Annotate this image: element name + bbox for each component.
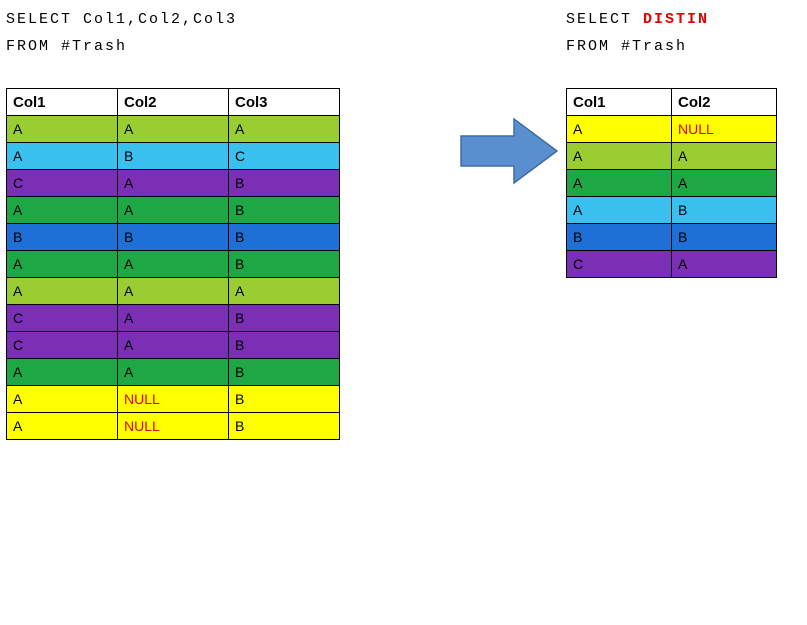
table-cell: B — [229, 197, 340, 224]
table-row: AAB — [7, 359, 340, 386]
table-cell: B — [229, 251, 340, 278]
table-cell: A — [567, 143, 672, 170]
table-row: A NULL — [567, 116, 777, 143]
table-row: AA — [567, 170, 777, 197]
distinct-keyword: DISTIN — [643, 11, 709, 28]
null-value: NULL — [124, 391, 160, 407]
table-header-row: Col1 Col2 Col3 — [7, 89, 340, 116]
sql-text: FROM #Trash — [6, 38, 127, 55]
table-cell: B — [118, 224, 229, 251]
table-cell: A — [229, 116, 340, 143]
table-row: BBB — [7, 224, 340, 251]
table-cell: NULL — [672, 116, 777, 143]
table-cell: B — [118, 143, 229, 170]
table-cell: NULL — [118, 413, 229, 440]
table-row: A NULL B — [7, 386, 340, 413]
left-sql-query: SELECT Col1,Col2,Col3 FROM #Trash — [6, 6, 451, 60]
col-header: Col1 — [7, 89, 118, 116]
table-row: A NULL B — [7, 413, 340, 440]
table-cell: C — [7, 305, 118, 332]
table-cell: B — [229, 359, 340, 386]
table-cell: B — [229, 332, 340, 359]
table-cell: A — [7, 386, 118, 413]
table-cell: A — [7, 197, 118, 224]
table-cell: B — [7, 224, 118, 251]
table-cell: B — [229, 170, 340, 197]
null-value: NULL — [678, 121, 714, 137]
table-cell: C — [7, 332, 118, 359]
table-row: AB — [567, 197, 777, 224]
table-cell: A — [118, 116, 229, 143]
table-cell: B — [229, 305, 340, 332]
table-cell: A — [672, 143, 777, 170]
right-sql-query: SELECT DISTIN FROM #Trash — [566, 6, 807, 60]
table-cell: A — [672, 251, 777, 278]
left-column: SELECT Col1,Col2,Col3 FROM #Trash Col1 C… — [6, 6, 451, 440]
table-cell: A — [7, 359, 118, 386]
left-table-body: AAAABCCABAABBBBAABAAACABCABAABANULLBANUL… — [7, 116, 340, 440]
table-cell: A — [672, 170, 777, 197]
table-cell: A — [118, 251, 229, 278]
arrow-right-icon — [459, 116, 559, 186]
col-header: Col2 — [672, 89, 777, 116]
table-row: CAB — [7, 305, 340, 332]
table-row: ABC — [7, 143, 340, 170]
table-cell: B — [672, 197, 777, 224]
table-row: AA — [567, 143, 777, 170]
arrow-container — [451, 6, 566, 186]
table-cell: C — [7, 170, 118, 197]
table-cell: C — [567, 251, 672, 278]
right-column: SELECT DISTIN FROM #Trash Col1 Col2 A NUL… — [566, 6, 807, 278]
sql-text: SELECT Col1,Col2,Col3 — [6, 11, 237, 28]
table-cell: B — [672, 224, 777, 251]
left-table: Col1 Col2 Col3 AAAABCCABAABBBBAABAAACABC… — [6, 88, 340, 440]
right-table-body: ANULLAAAAABBBCA — [567, 116, 777, 278]
table-cell: C — [229, 143, 340, 170]
table-cell: A — [7, 278, 118, 305]
right-table: Col1 Col2 ANULLAAAAABBBCA — [566, 88, 777, 278]
table-row: CAB — [7, 332, 340, 359]
table-cell: A — [229, 278, 340, 305]
col-header: Col2 — [118, 89, 229, 116]
table-row: AAB — [7, 251, 340, 278]
table-cell: B — [229, 413, 340, 440]
null-value: NULL — [124, 418, 160, 434]
diagram-layout: SELECT Col1,Col2,Col3 FROM #Trash Col1 C… — [6, 6, 807, 440]
table-cell: A — [118, 359, 229, 386]
table-row: CAB — [7, 170, 340, 197]
table-cell: A — [7, 143, 118, 170]
table-cell: A — [118, 278, 229, 305]
table-row: AAA — [7, 116, 340, 143]
col-header: Col1 — [567, 89, 672, 116]
table-cell: A — [118, 197, 229, 224]
table-cell: B — [229, 386, 340, 413]
table-cell: A — [567, 170, 672, 197]
table-cell: A — [567, 197, 672, 224]
table-row: CA — [567, 251, 777, 278]
col-header: Col3 — [229, 89, 340, 116]
table-cell: A — [118, 332, 229, 359]
table-row: BB — [567, 224, 777, 251]
table-cell: A — [118, 170, 229, 197]
sql-text: FROM #Trash — [566, 38, 687, 55]
table-cell: B — [229, 224, 340, 251]
table-header-row: Col1 Col2 — [567, 89, 777, 116]
table-cell: A — [7, 116, 118, 143]
table-cell: A — [118, 305, 229, 332]
table-row: AAB — [7, 197, 340, 224]
table-cell: A — [7, 413, 118, 440]
table-row: AAA — [7, 278, 340, 305]
sql-text: SELECT — [566, 11, 643, 28]
table-cell: B — [567, 224, 672, 251]
table-cell: A — [567, 116, 672, 143]
table-cell: NULL — [118, 386, 229, 413]
table-cell: A — [7, 251, 118, 278]
